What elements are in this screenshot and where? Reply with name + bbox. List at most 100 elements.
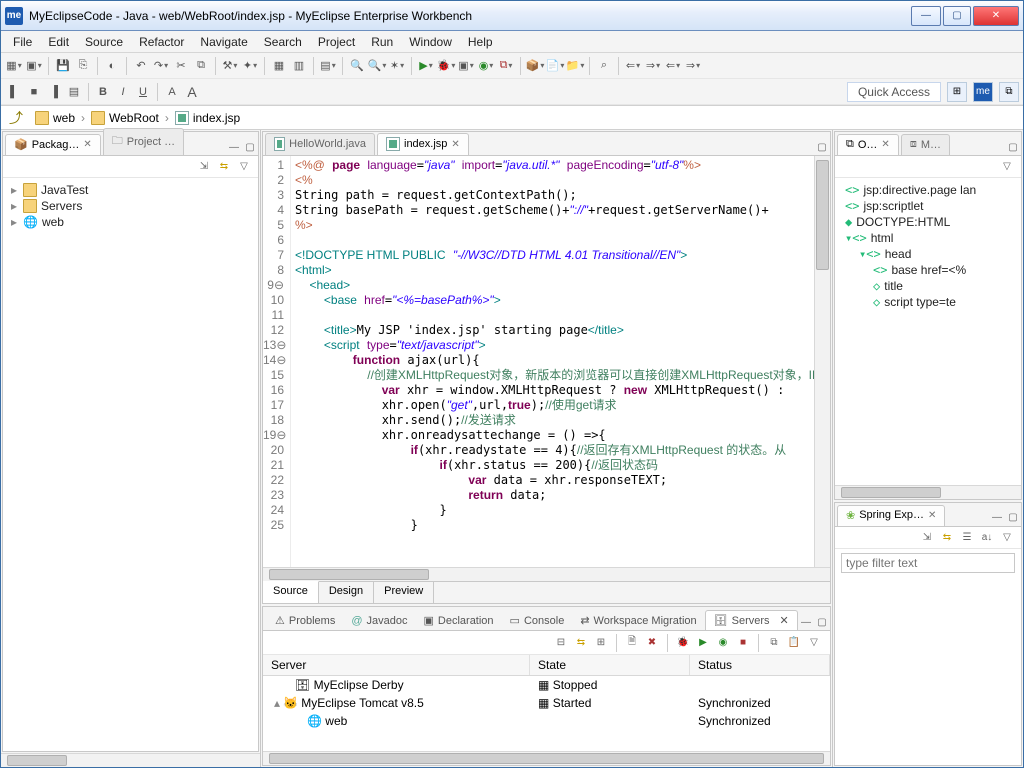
tab-minimap[interactable]: ⧈M…: [901, 134, 950, 155]
outline-item[interactable]: ▾<>html: [841, 230, 1015, 246]
toggle-button[interactable]: ◐: [103, 57, 121, 75]
publish-icon[interactable]: 🗎: [624, 635, 640, 651]
small-a-icon[interactable]: A: [163, 83, 181, 101]
debug-button[interactable]: 🐞: [437, 57, 455, 75]
twisty-icon[interactable]: ▸: [9, 215, 19, 229]
tree-item[interactable]: ▸JavaTest: [9, 182, 252, 198]
remove-icon[interactable]: ✖: [644, 635, 660, 651]
star-button[interactable]: ✶: [388, 57, 406, 75]
new-button[interactable]: ▦: [5, 57, 23, 75]
build-button[interactable]: ⚒: [221, 57, 239, 75]
view-menu-icon[interactable]: ▽: [999, 159, 1015, 175]
tab-project-explorer[interactable]: 🗀 Project …: [103, 128, 184, 155]
tab-package-explorer[interactable]: 📦 Packag… ✕: [5, 134, 101, 155]
maximize-view-icon[interactable]: ▢: [1005, 139, 1021, 155]
new-project-button[interactable]: ▣: [25, 57, 43, 75]
tab-console[interactable]: ▭Console: [502, 611, 573, 630]
package-tree[interactable]: ▸JavaTest ▸Servers ▸🌐web: [3, 178, 258, 751]
bold-button[interactable]: B: [94, 83, 112, 101]
maximize-view-icon[interactable]: ▢: [1005, 510, 1021, 526]
servers-table[interactable]: Server State Status 🗄 MyEclipse Derby ▦ …: [263, 655, 830, 751]
justify-icon[interactable]: ▤: [65, 83, 83, 101]
debug-server-icon[interactable]: 🐞: [675, 635, 691, 651]
menu-edit[interactable]: Edit: [40, 33, 77, 51]
underline-button[interactable]: U: [134, 83, 152, 101]
collapse-icon[interactable]: ⊟: [553, 635, 569, 651]
server-row[interactable]: 🌐 web Synchronized: [263, 712, 830, 730]
myeclipse-perspective-icon[interactable]: ⧉: [999, 82, 1019, 102]
col-status[interactable]: Status: [690, 655, 830, 675]
tab-spring-explorer[interactable]: ❀Spring Exp…✕: [837, 505, 945, 526]
code-content[interactable]: <%@ page language="java" import="java.ut…: [291, 156, 814, 567]
forward-button[interactable]: ⇒: [644, 57, 662, 75]
filter-icon[interactable]: ☰: [959, 529, 975, 545]
redo-button[interactable]: ↷: [152, 57, 170, 75]
outline-item[interactable]: <>jsp:scriptlet: [841, 198, 1015, 214]
minimize-button[interactable]: —: [911, 6, 941, 26]
add-server-icon[interactable]: ⊞: [593, 635, 609, 651]
twisty-icon[interactable]: ▸: [9, 199, 19, 213]
grid-icon[interactable]: ▦: [270, 57, 288, 75]
link-icon[interactable]: ⇆: [573, 635, 589, 651]
menu-window[interactable]: Window: [401, 33, 460, 51]
stop-server-icon[interactable]: ■: [735, 635, 751, 651]
tree-item[interactable]: ▸🌐web: [9, 214, 252, 230]
menu-refactor[interactable]: Refactor: [131, 33, 192, 51]
editor-vscrollbar[interactable]: [814, 156, 830, 567]
close-icon[interactable]: ✕: [881, 139, 889, 150]
twisty-icon[interactable]: ▸: [9, 183, 19, 197]
coverage-button[interactable]: ▣: [457, 57, 475, 75]
twisty-icon[interactable]: ▴: [271, 696, 283, 710]
align-right-icon[interactable]: ▐: [45, 83, 63, 101]
search-drop-icon[interactable]: 🔍: [368, 57, 386, 75]
menu-help[interactable]: Help: [460, 33, 501, 51]
close-icon[interactable]: ✕: [928, 510, 936, 521]
tab-servers[interactable]: 🗄Servers✕: [705, 610, 798, 630]
copy-icon[interactable]: ⧉: [766, 635, 782, 651]
view-menu-icon[interactable]: ▽: [806, 635, 822, 651]
server-row[interactable]: 🗄 MyEclipse Derby ▦ Stopped: [263, 676, 830, 694]
save-all-button[interactable]: ⎘: [74, 57, 92, 75]
external-tools-button[interactable]: ⧉: [497, 57, 515, 75]
col-state[interactable]: State: [530, 655, 690, 675]
new-class-button[interactable]: 📄: [546, 57, 564, 75]
close-button[interactable]: ✕: [973, 6, 1019, 26]
up-button[interactable]: ⇐: [664, 57, 682, 75]
editor-tab-indexjsp[interactable]: index.jsp ✕: [377, 133, 469, 155]
link-icon[interactable]: ⇆: [939, 529, 955, 545]
cut-button[interactable]: ✂: [172, 57, 190, 75]
maximize-view-icon[interactable]: ▢: [242, 139, 258, 155]
close-icon[interactable]: ✕: [83, 139, 91, 150]
back-button[interactable]: ⇐: [624, 57, 642, 75]
collapse-all-icon[interactable]: ⇲: [196, 159, 212, 175]
outline-item[interactable]: ◇script type=te: [841, 294, 1015, 310]
sort-icon[interactable]: a↓: [979, 529, 995, 545]
paste-icon[interactable]: 📋: [786, 635, 802, 651]
menu-source[interactable]: Source: [77, 33, 131, 51]
align-left-icon[interactable]: ▌: [5, 83, 23, 101]
large-a-icon[interactable]: A: [183, 83, 201, 101]
left-scrollbar[interactable]: [1, 753, 260, 767]
outline-tree[interactable]: <>jsp:directive.page lan<>jsp:scriptlet◆…: [835, 178, 1021, 485]
spring-filter-input[interactable]: [841, 553, 1015, 573]
quick-access[interactable]: Quick Access: [847, 82, 941, 102]
maximize-editor-icon[interactable]: ▢: [814, 139, 830, 155]
minimize-view-icon[interactable]: —: [226, 139, 242, 155]
open-perspective-icon[interactable]: ⊞: [947, 82, 967, 102]
start-server-icon[interactable]: ▶: [695, 635, 711, 651]
menu-file[interactable]: File: [5, 33, 40, 51]
crumb-indexjsp[interactable]: index.jsp: [175, 111, 240, 125]
run-button[interactable]: ▶: [417, 57, 435, 75]
menu-run[interactable]: Run: [363, 33, 401, 51]
new-pkg-button[interactable]: 📦: [526, 57, 544, 75]
grid2-icon[interactable]: ▥: [290, 57, 308, 75]
editor-subtab-source[interactable]: Source: [263, 581, 319, 603]
nav-back-icon[interactable]: ⤴: [9, 108, 23, 128]
profile-button[interactable]: ◉: [477, 57, 495, 75]
crumb-web[interactable]: web: [35, 111, 75, 125]
editor-tab-helloworld[interactable]: HelloWorld.java: [265, 133, 375, 155]
close-icon[interactable]: ✕: [451, 139, 459, 150]
undo-typing-button[interactable]: ↶: [132, 57, 150, 75]
tab-workspace-migration[interactable]: ⇄Workspace Migration: [572, 611, 704, 630]
search-icon[interactable]: 🔍: [348, 57, 366, 75]
